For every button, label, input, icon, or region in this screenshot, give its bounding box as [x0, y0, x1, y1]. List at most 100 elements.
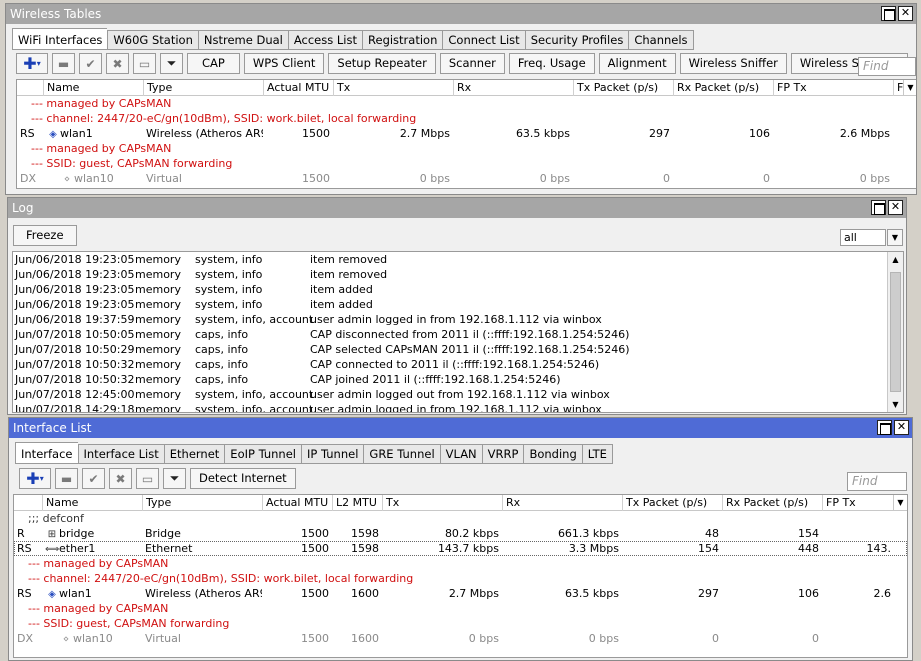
- interface-list-titlebar[interactable]: Interface List ✕: [9, 418, 912, 438]
- tab-access-list[interactable]: Access List: [287, 30, 363, 50]
- cell-tx: 0 bps: [419, 172, 450, 185]
- log-titlebar[interactable]: Log ✕: [8, 198, 906, 218]
- column-rx[interactable]: Rx: [453, 80, 573, 96]
- filter-button[interactable]: ⏷: [163, 468, 186, 489]
- tab-gre-tunnel[interactable]: GRE Tunnel: [363, 444, 440, 464]
- freeze-button[interactable]: Freeze: [13, 225, 77, 246]
- wireless-sniffer-button[interactable]: Wireless Sniffer: [679, 53, 787, 74]
- detect-internet-button[interactable]: Detect Internet: [190, 468, 296, 489]
- column-tx-packet[interactable]: Tx Packet (p/s): [573, 80, 673, 96]
- log-topics: caps, info: [195, 358, 249, 371]
- comment-button[interactable]: ▭: [133, 53, 156, 74]
- column-tx[interactable]: Tx: [333, 80, 453, 96]
- tab-interface[interactable]: Interface: [15, 442, 78, 464]
- setup-repeater-button[interactable]: Setup Repeater: [328, 53, 436, 74]
- table-row-ether1[interactable]: RS ⟺ether1 Ethernet 1500 1598 143.7 kbps…: [14, 541, 907, 556]
- log-filter-select[interactable]: all ▼: [840, 229, 903, 246]
- tab-vrrp[interactable]: VRRP: [481, 444, 524, 464]
- log-entry[interactable]: Jun/06/2018 19:37:59 memory system, info, …: [13, 312, 903, 327]
- tab-eoip-tunnel[interactable]: EoIP Tunnel: [224, 444, 301, 464]
- table-row-wlan10[interactable]: DX ⋄ wlan10 Virtual 1500 1600 0 bps 0 bps…: [14, 631, 907, 646]
- comment-button[interactable]: ▭: [136, 468, 159, 489]
- remove-button[interactable]: ▬: [52, 53, 75, 74]
- column-actual-mtu[interactable]: Actual MTU: [263, 80, 333, 96]
- tab-connect-list[interactable]: Connect List: [442, 30, 525, 50]
- column-flags[interactable]: [14, 495, 42, 511]
- enable-button[interactable]: ✔: [82, 468, 105, 489]
- columns-dropdown-icon[interactable]: ▼: [903, 80, 916, 96]
- log-entry[interactable]: Jun/06/2018 19:23:05 memory system, info it…: [13, 267, 903, 282]
- column-type[interactable]: Type: [143, 80, 263, 96]
- tab-ethernet[interactable]: Ethernet: [163, 444, 225, 464]
- log-entry[interactable]: Jun/07/2018 12:45:00 memory system, info, …: [13, 387, 903, 402]
- table-row-wlan10[interactable]: DX ⋄ wlan10 Virtual 1500 0 bps 0 bps 0 0 …: [17, 171, 916, 186]
- column-fp-tx[interactable]: FP Tx: [822, 495, 894, 511]
- tab-interface-list[interactable]: Interface List: [77, 444, 164, 464]
- add-button[interactable]: ✚ ▾: [19, 468, 51, 489]
- column-rx[interactable]: Rx: [502, 495, 622, 511]
- maximize-icon[interactable]: [881, 6, 896, 21]
- table-row-wlan1[interactable]: RS ◈wlan1 Wireless (Atheros AR9... 1500 …: [17, 126, 916, 141]
- column-type[interactable]: Type: [142, 495, 262, 511]
- log-time: Jun/07/2018 14:29:18: [15, 403, 135, 413]
- log-entry[interactable]: Jun/07/2018 10:50:32 memory caps, info CAP …: [13, 372, 903, 387]
- enable-button[interactable]: ✔: [79, 53, 102, 74]
- log-topics: system, info: [195, 298, 263, 311]
- chevron-down-icon[interactable]: ▼: [887, 229, 903, 246]
- column-l2-mtu[interactable]: L2 MTU: [332, 495, 382, 511]
- cap-button[interactable]: CAP: [187, 53, 240, 74]
- column-rx-packet[interactable]: Rx Packet (p/s): [673, 80, 773, 96]
- freq-usage-button[interactable]: Freq. Usage: [508, 53, 595, 74]
- scanner-button[interactable]: Scanner: [439, 53, 505, 74]
- maximize-icon[interactable]: [877, 420, 892, 435]
- add-button[interactable]: ✚ ▾: [16, 53, 48, 74]
- column-flags[interactable]: [17, 80, 43, 96]
- disable-button[interactable]: ✖: [106, 53, 129, 74]
- tab-security-profiles[interactable]: Security Profiles: [524, 30, 629, 50]
- scroll-up-icon[interactable]: ▲: [888, 252, 903, 267]
- column-fp-tx[interactable]: FP Tx: [773, 80, 893, 96]
- alignment-button[interactable]: Alignment: [598, 53, 676, 74]
- comment-row: --- SSID: guest, CAPsMAN forwarding: [28, 617, 230, 630]
- log-buffer: memory: [135, 313, 181, 326]
- close-icon[interactable]: ✕: [898, 6, 913, 21]
- log-entry[interactable]: Jun/06/2018 19:23:05 memory system, info it…: [13, 282, 903, 297]
- tab-bonding[interactable]: Bonding: [523, 444, 582, 464]
- column-actual-mtu[interactable]: Actual MTU: [262, 495, 332, 511]
- tab-channels[interactable]: Channels: [628, 30, 694, 50]
- maximize-icon[interactable]: [871, 200, 886, 215]
- search-input[interactable]: Find: [847, 472, 907, 491]
- log-entry[interactable]: Jun/07/2018 14:29:18 memory system, info, …: [13, 402, 903, 413]
- tab-vlan[interactable]: VLAN: [439, 444, 482, 464]
- disable-button[interactable]: ✖: [109, 468, 132, 489]
- log-entry[interactable]: Jun/07/2018 10:50:05 memory caps, info CAP …: [13, 327, 903, 342]
- table-row-bridge[interactable]: R ⊞ bridge Bridge 1500 1598 80.2 kbps 661…: [14, 526, 907, 541]
- scroll-thumb[interactable]: [890, 272, 901, 392]
- remove-button[interactable]: ▬: [55, 468, 78, 489]
- tab-ip-tunnel[interactable]: IP Tunnel: [301, 444, 364, 464]
- tab-lte[interactable]: LTE: [581, 444, 613, 464]
- filter-button[interactable]: ⏷: [160, 53, 183, 74]
- column-rx-packet[interactable]: Rx Packet (p/s): [722, 495, 822, 511]
- tab-registration[interactable]: Registration: [362, 30, 443, 50]
- log-entry[interactable]: Jun/06/2018 19:23:05 memory system, info it…: [13, 297, 903, 312]
- column-tx[interactable]: Tx: [382, 495, 502, 511]
- log-entry[interactable]: Jun/07/2018 10:50:32 memory caps, info CAP …: [13, 357, 903, 372]
- wps-client-button[interactable]: WPS Client: [243, 53, 325, 74]
- log-entry[interactable]: Jun/07/2018 10:50:29 memory caps, info CAP …: [13, 342, 903, 357]
- tab-wifi-interfaces[interactable]: WiFi Interfaces: [12, 28, 108, 50]
- tab-nstreme-dual[interactable]: Nstreme Dual: [197, 30, 288, 50]
- log-entry[interactable]: Jun/06/2018 19:23:05 memory system, info it…: [13, 252, 903, 267]
- table-row-wlan1[interactable]: RS ◈wlan1 Wireless (Atheros AR9... 1500 …: [14, 586, 907, 601]
- scroll-down-icon[interactable]: ▼: [888, 397, 903, 412]
- close-icon[interactable]: ✕: [888, 200, 903, 215]
- column-name[interactable]: Name: [43, 80, 143, 96]
- log-scrollbar[interactable]: ▲ ▼: [887, 252, 903, 412]
- tab-w60g-station[interactable]: W60G Station: [107, 30, 198, 50]
- columns-dropdown-icon[interactable]: ▼: [893, 495, 907, 511]
- wireless-tables-titlebar[interactable]: Wireless Tables ✕: [6, 4, 916, 24]
- column-tx-packet[interactable]: Tx Packet (p/s): [622, 495, 722, 511]
- column-name[interactable]: Name: [42, 495, 142, 511]
- close-icon[interactable]: ✕: [894, 420, 909, 435]
- search-input[interactable]: Find: [858, 57, 916, 76]
